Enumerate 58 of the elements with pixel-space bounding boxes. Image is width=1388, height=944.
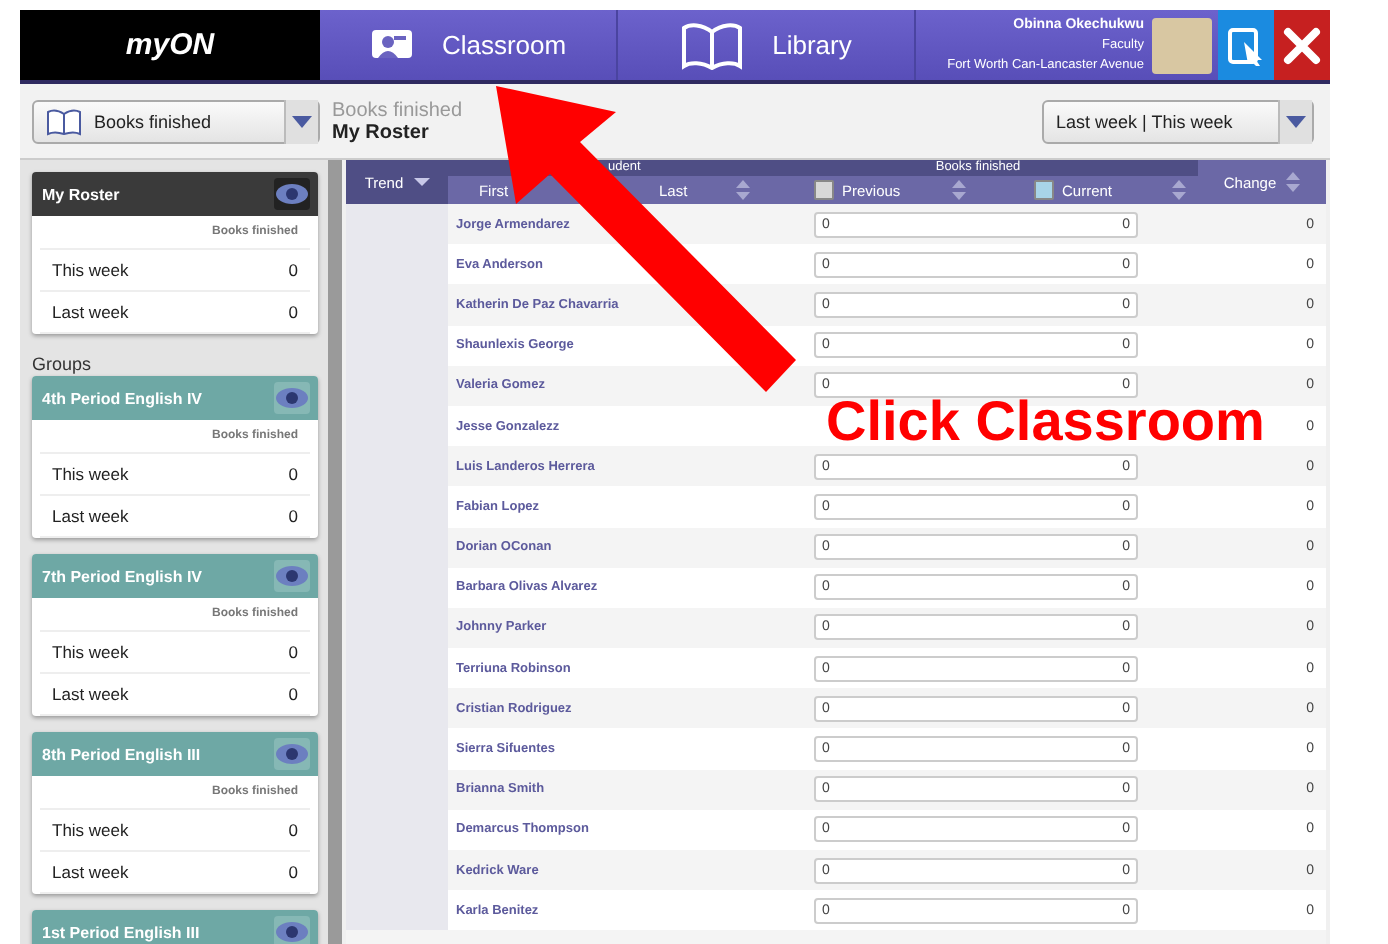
row-value: 0 [288,684,298,704]
row-value: 0 [288,302,298,322]
card-title: 8th Period English III [42,745,201,763]
view-button[interactable] [274,382,310,414]
eye-icon [274,182,310,206]
view-button[interactable] [274,916,310,944]
book-icon [46,107,82,135]
card-title: My Roster [42,185,120,203]
row-label: Last week [52,302,129,322]
row-label: Last week [52,506,129,526]
row-label: Last week [52,862,129,882]
legend-swatch [814,180,834,200]
whiteboard-icon [369,27,414,63]
view-button[interactable] [274,738,310,770]
view-button[interactable] [274,178,310,210]
close-button[interactable] [1274,10,1330,80]
open-book-icon [680,21,745,69]
sort-down-icon [413,176,430,188]
row-label: This week [52,260,129,280]
eye-icon [274,742,310,766]
callout-text: Click Classroom [826,398,1265,446]
sort-icon [1172,180,1186,200]
caret-icon [1278,99,1312,143]
sort-icon [736,180,750,200]
metric-dropdown[interactable]: Books finished [32,99,320,143]
nav-tab[interactable]: Classroom [320,10,618,80]
nav-tab[interactable]: Library [618,10,916,80]
row-label: This week [52,464,129,484]
row-value: 0 [288,260,298,280]
row-value: 0 [288,506,298,526]
row-value: 0 [288,862,298,882]
report-title: Books finished [332,99,463,121]
avatar-picture [1152,17,1212,73]
row-label: This week [52,642,129,662]
sort-icon [1286,172,1301,192]
section-heading: Groups [32,354,94,374]
eye-icon [274,564,310,588]
legend-swatch [1034,180,1054,200]
caret-icon [284,99,318,143]
date-range-dropdown[interactable]: Last week | This week [1042,99,1314,143]
row-label: This week [52,820,129,840]
scrollbar[interactable] [328,160,342,944]
row-value: 0 [288,464,298,484]
card-title: 4th Period English IV [42,389,203,407]
card-title: 1st Period English III [42,923,200,941]
row-label: Last week [52,684,129,704]
row-value: 0 [288,642,298,662]
sort-icon [952,180,966,200]
eye-icon [274,920,310,944]
card-title: 7th Period English IV [42,567,203,585]
tablet-pointer-icon [1226,25,1266,65]
eye-icon [274,386,310,410]
device-button[interactable] [1218,10,1274,80]
report-subtitle: My Roster [332,121,431,143]
close-icon [1282,25,1322,65]
view-button[interactable] [274,560,310,592]
logo: myON [20,10,320,80]
row-value: 0 [288,820,298,840]
